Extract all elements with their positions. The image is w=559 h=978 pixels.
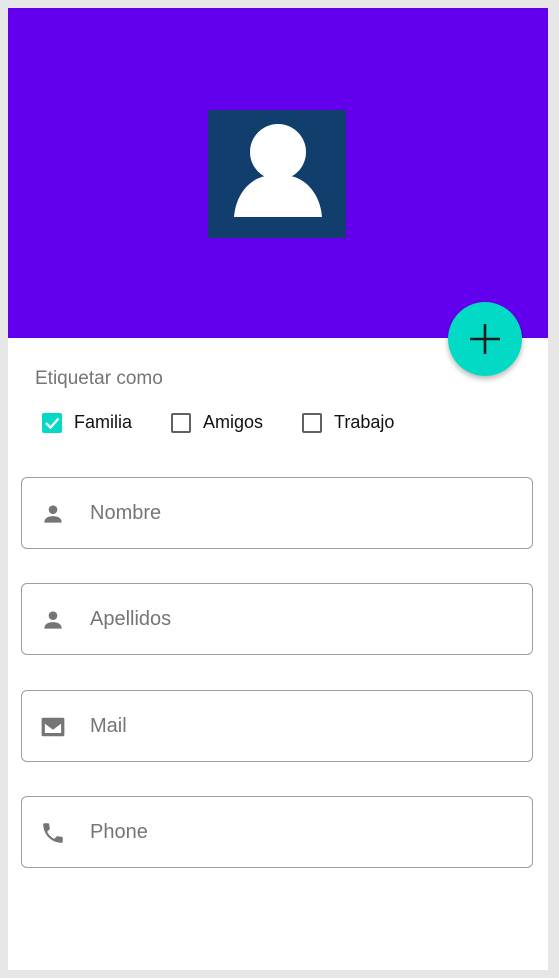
header-banner (8, 8, 548, 338)
checkbox-label: Familia (74, 412, 133, 432)
apellidos-field[interactable] (21, 583, 533, 655)
phone-input[interactable] (90, 821, 510, 844)
apellidos-input[interactable] (90, 608, 510, 631)
checkbox-label: Trabajo (334, 412, 395, 432)
mail-field[interactable] (21, 690, 533, 762)
checkbox-trabajo[interactable]: Trabajo (302, 412, 394, 433)
nombre-input[interactable] (90, 502, 510, 525)
check-icon (45, 417, 60, 429)
checkbox-label: Amigos (203, 412, 264, 432)
person-icon (44, 505, 62, 523)
tag-heading: Etiquetar como (35, 368, 163, 389)
person-placeholder-icon (208, 110, 346, 238)
phone-field[interactable] (21, 796, 533, 868)
checkbox-amigos[interactable]: Amigos (171, 412, 263, 433)
plus-icon (470, 324, 500, 354)
checkbox-box[interactable] (302, 412, 322, 433)
mail-input[interactable] (90, 715, 510, 738)
checkbox-box-checked[interactable] (42, 412, 62, 433)
phone-icon (43, 823, 63, 843)
person-icon (44, 611, 62, 629)
checkbox-familia[interactable]: Familia (42, 412, 132, 433)
mail-icon (41, 717, 65, 737)
nombre-field[interactable] (21, 477, 533, 549)
avatar-image[interactable] (208, 110, 346, 238)
add-fab-button[interactable] (448, 302, 522, 376)
checkbox-box[interactable] (171, 412, 191, 433)
contact-form-screen: Etiquetar como Familia Amigos Trabajo (8, 8, 548, 970)
